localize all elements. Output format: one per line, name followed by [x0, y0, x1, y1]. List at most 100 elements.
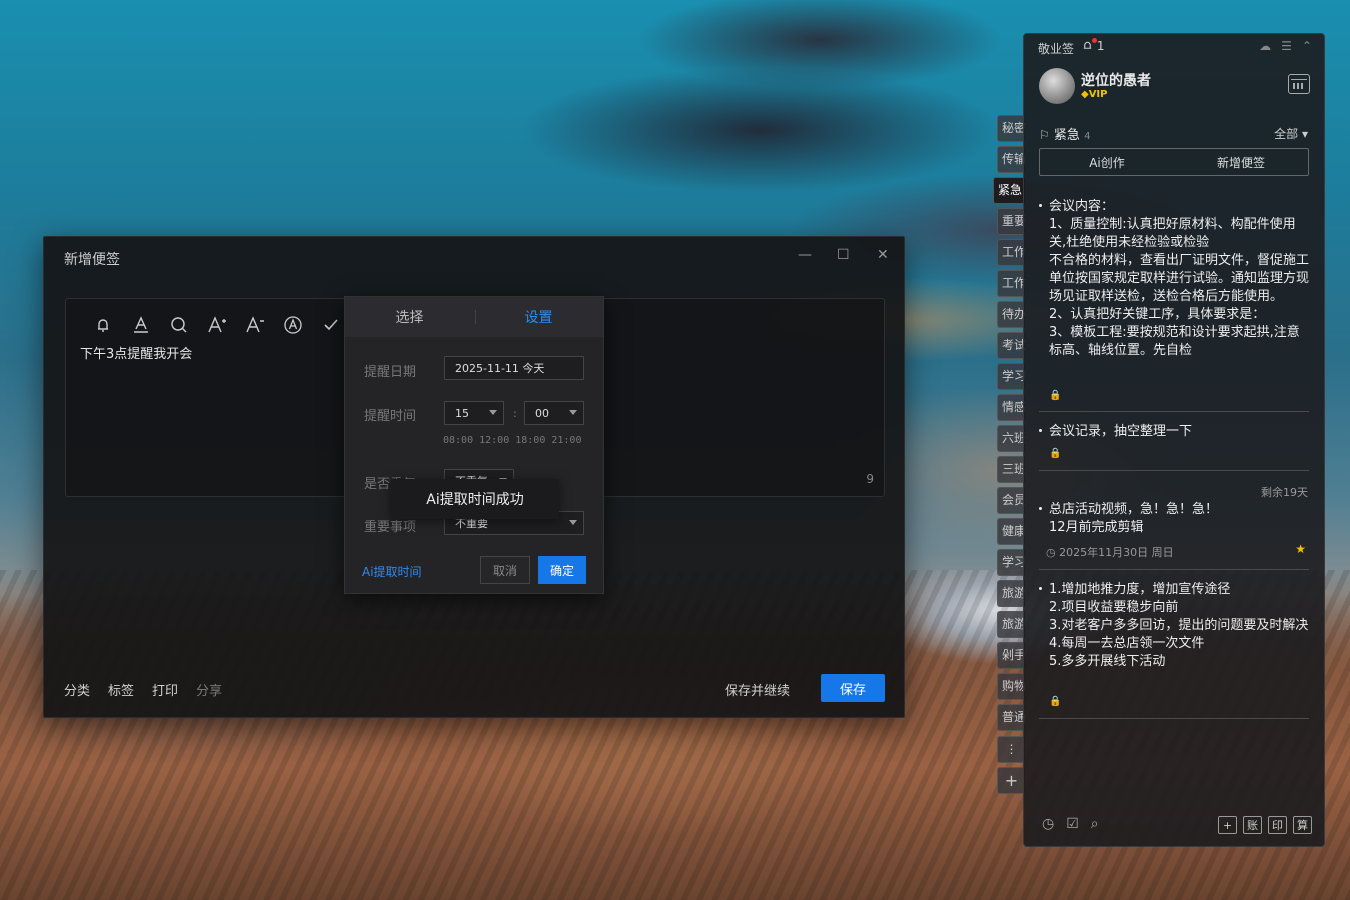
collapse-icon[interactable]: ⌃ — [1302, 39, 1312, 53]
note-body: 会议内容： 1、质量控制:认真把好原材料、构配件使用关,杜绝使用未经检验或检验 … — [1049, 199, 1309, 358]
chevron-down-icon — [569, 520, 577, 525]
category-link[interactable]: 分类 — [64, 680, 90, 699]
cancel-button[interactable]: 取消 — [480, 556, 530, 584]
text-style-icon[interactable] — [274, 313, 312, 337]
username: 逆位的愚者 — [1081, 73, 1151, 89]
filter-dropdown[interactable]: 全部 ▾ — [1274, 125, 1308, 142]
category-tab[interactable]: 待办 — [997, 301, 1025, 328]
sidebar-tools: ☁ ☰ ⌃ — [1259, 39, 1312, 53]
avatar[interactable] — [1039, 68, 1075, 104]
calculator-icon[interactable]: 算 — [1293, 816, 1312, 834]
category-tab[interactable]: 工作 — [997, 270, 1025, 297]
list-item[interactable]: 总店活动视频，急！急！急！ 12月前完成剪辑 — [1039, 501, 1309, 537]
chevron-down-icon — [569, 410, 577, 415]
category-tab[interactable]: 三班 — [997, 456, 1025, 483]
clock-icon[interactable]: ◷ — [1042, 816, 1054, 832]
sidebar-footer-left: ◷ ☑ ⌕ — [1042, 816, 1099, 832]
ledger-icon[interactable]: 账 — [1243, 816, 1262, 834]
quick-time-options[interactable]: 08:00 12:00 18:00 21:00 — [443, 435, 581, 446]
format-toolbar — [84, 313, 350, 337]
remaining-days: 剩余19天 — [1261, 486, 1308, 499]
vip-badge: ◆VIP — [1081, 89, 1108, 100]
category-tab[interactable]: 旅游 — [997, 580, 1025, 607]
new-note-button[interactable]: 新增便签 — [1174, 154, 1308, 171]
date-label: 提醒日期 — [364, 365, 417, 380]
category-tab[interactable]: 学习 — [997, 549, 1025, 576]
star-icon[interactable]: ★ — [1295, 542, 1306, 556]
notes-sidebar: 敬业签 1 ☁ ☰ ⌃ 逆位的愚者 ◆VIP ⚐ 紧急 4 全部 ▾ Ai创作 … — [1023, 33, 1325, 847]
note-body: 会议记录，抽空整理一下 — [1049, 424, 1193, 439]
text-color-icon[interactable] — [122, 313, 160, 337]
category-tab[interactable]: 秘密 — [997, 115, 1025, 142]
add-icon[interactable]: + — [1218, 816, 1237, 834]
maximize-button[interactable]: ☐ — [837, 247, 850, 263]
category-tab[interactable]: 六班 — [997, 425, 1025, 452]
category-tab[interactable]: 考试 — [997, 332, 1025, 359]
font-increase-icon[interactable] — [198, 313, 236, 337]
category-tab[interactable]: 学习 — [997, 363, 1025, 390]
dialog-footer-links: 分类 标签 打印 分享 — [64, 680, 222, 699]
category-tab[interactable]: 健康 — [997, 518, 1025, 545]
lock-icon: 🔒 — [1049, 448, 1062, 459]
reminder-popup: 选择 设置 提醒日期 2025-11-11 今天 提醒时间 15 : 00 08… — [344, 296, 604, 594]
category-tab[interactable]: 购物 — [997, 673, 1025, 700]
note-body: 总店活动视频，急！急！急！ 12月前完成剪辑 — [1049, 502, 1219, 535]
save-button[interactable]: 保存 — [821, 674, 885, 702]
bookmark-icon: ⚐ — [1039, 128, 1050, 142]
category-tab[interactable]: 工作 — [997, 239, 1025, 266]
sidebar-footer-right: + 账 印 算 — [1218, 816, 1312, 834]
reminder-tabs: 选择 设置 — [345, 297, 603, 337]
add-tab-button[interactable]: + — [997, 767, 1025, 794]
save-and-continue-button[interactable]: 保存并继续 — [725, 680, 790, 699]
list-item[interactable]: 会议内容： 1、质量控制:认真把好原材料、构配件使用关,杜绝使用未经检验或检验 … — [1039, 198, 1309, 380]
minimize-button[interactable]: — — [798, 247, 812, 263]
more-tabs-button[interactable]: ⋮ — [997, 736, 1025, 763]
tab-select[interactable]: 选择 — [345, 307, 474, 327]
category-tab[interactable]: 传输 — [997, 146, 1025, 173]
confirm-button[interactable]: 确定 — [538, 556, 586, 584]
calendar-icon[interactable] — [1288, 74, 1310, 94]
ai-create-button[interactable]: Ai创作 — [1040, 154, 1174, 171]
reminder-date: ◷ 2025年11月30日 周日 — [1046, 546, 1174, 559]
cloud-sync-icon[interactable]: ☁ — [1259, 39, 1271, 53]
success-toast: Ai提取时间成功 — [391, 479, 559, 519]
list-item[interactable]: 1.增加地推力度，增加宣传途径 2.项目收益要稳步向前 3.对老客户多多回访，提… — [1039, 581, 1309, 671]
minute-value: 00 — [535, 406, 549, 420]
list-item[interactable]: 会议记录，抽空整理一下 — [1039, 423, 1309, 441]
share-link[interactable]: 分享 — [196, 680, 222, 699]
print-icon[interactable]: 印 — [1268, 816, 1287, 834]
font-decrease-icon[interactable] — [236, 313, 274, 337]
note-content[interactable]: 下午3点提醒我开会 — [80, 343, 192, 362]
category-tab[interactable]: 重要 — [997, 208, 1025, 235]
search-icon[interactable] — [160, 313, 198, 337]
category-tab[interactable]: 会员 — [997, 487, 1025, 514]
current-category: ⚐ 紧急 4 — [1039, 124, 1090, 143]
tab-settings[interactable]: 设置 — [474, 307, 603, 327]
chevron-down-icon — [489, 410, 497, 415]
minute-select[interactable]: 00 — [524, 401, 584, 425]
hour-select[interactable]: 15 — [444, 401, 504, 425]
category-tab[interactable]: 紧急 — [993, 177, 1025, 204]
checklist-icon[interactable]: ☑ — [1066, 816, 1079, 832]
app-name: 敬业签 — [1038, 42, 1075, 56]
search-icon[interactable]: ⌕ — [1091, 816, 1099, 832]
notification-count: 1 — [1096, 39, 1105, 53]
category-tab[interactable]: 情感 — [997, 394, 1025, 421]
tag-link[interactable]: 标签 — [108, 680, 134, 699]
category-tab[interactable]: 普通 — [997, 704, 1025, 731]
time-label: 提醒时间 — [364, 409, 417, 424]
bell-icon[interactable] — [84, 313, 122, 337]
category-count: 4 — [1084, 131, 1091, 142]
close-button[interactable]: ✕ — [877, 247, 889, 263]
create-buttons: Ai创作 新增便签 — [1039, 148, 1309, 176]
date-field[interactable]: 2025-11-11 今天 — [444, 356, 584, 380]
character-count: 9 — [866, 472, 874, 486]
print-link[interactable]: 打印 — [152, 680, 178, 699]
menu-icon[interactable]: ☰ — [1281, 39, 1292, 53]
notification-dot — [1092, 38, 1097, 43]
note-body: 1.增加地推力度，增加宣传途径 2.项目收益要稳步向前 3.对老客户多多回访，提… — [1049, 582, 1309, 669]
ai-extract-time-link[interactable]: Ai提取时间 — [362, 563, 422, 580]
category-tab[interactable]: 剁手 — [997, 642, 1025, 669]
category-tab[interactable]: 旅游 — [997, 611, 1025, 638]
time-separator: : — [513, 407, 517, 420]
